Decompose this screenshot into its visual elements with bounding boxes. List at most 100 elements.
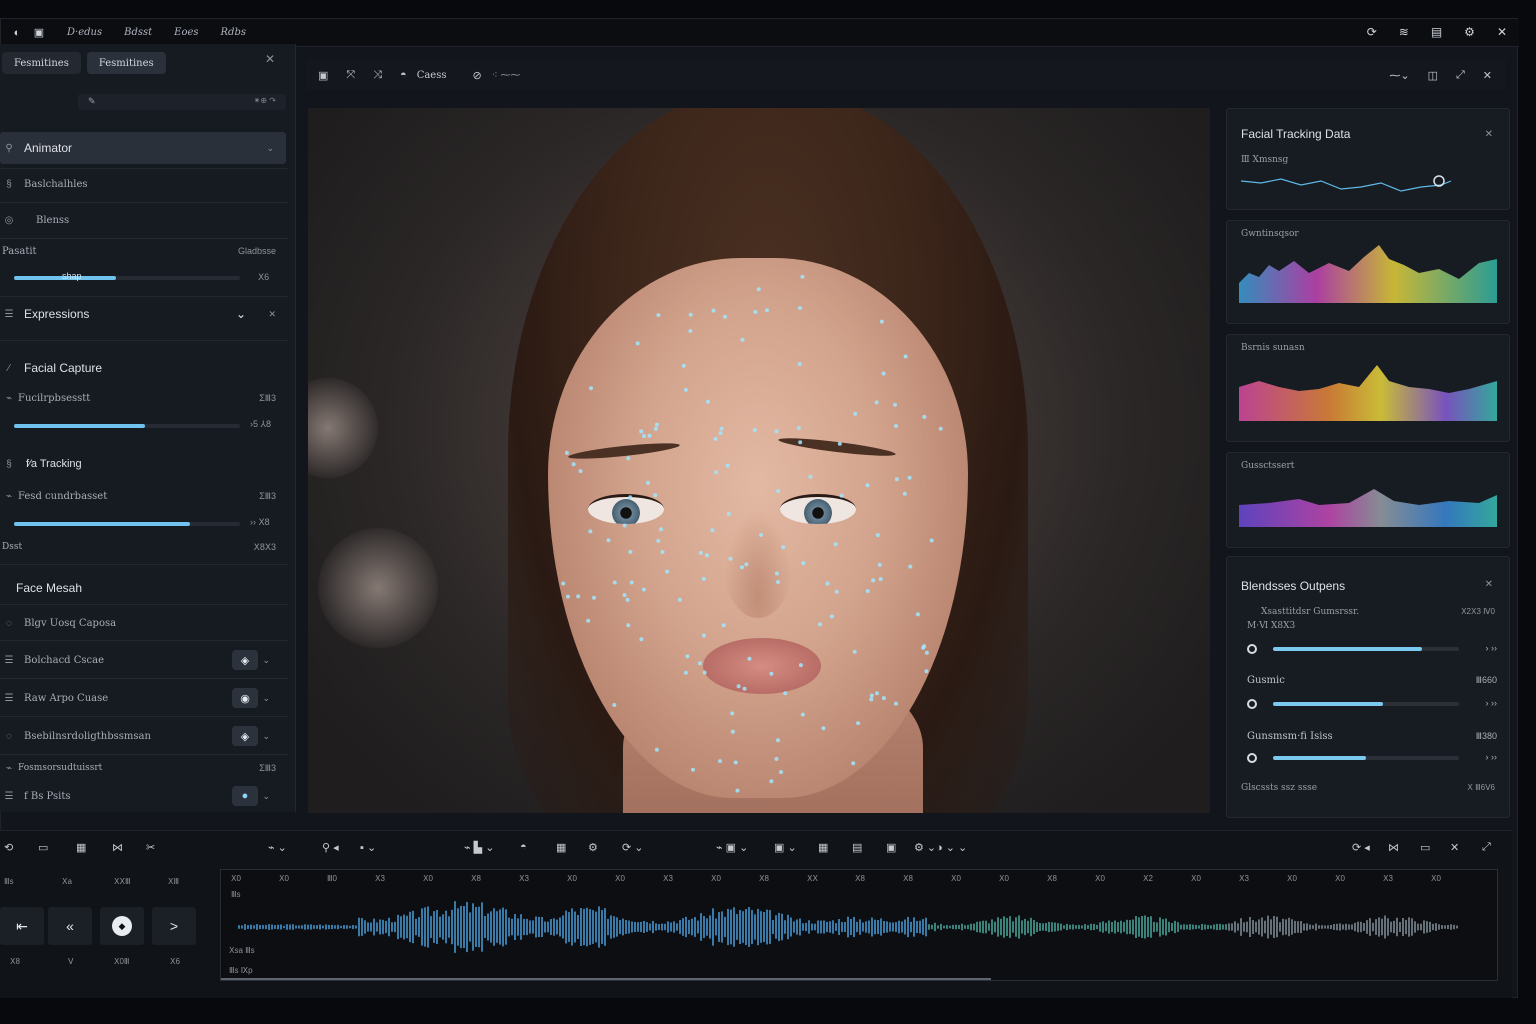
rewind-button[interactable]: « — [48, 907, 92, 945]
menu-1[interactable]: D·edus — [67, 27, 102, 38]
toggle-button[interactable]: ◉ — [232, 688, 258, 708]
expand-icon[interactable]: ⤢ — [1482, 841, 1491, 854]
tool-icon[interactable]: ⚙ — [588, 841, 598, 854]
list-item[interactable]: § Baslchalhles — [0, 174, 288, 194]
cut-icon[interactable]: ✂ — [146, 841, 155, 854]
toggle-button[interactable]: ● — [232, 786, 258, 806]
chevron-down-icon[interactable]: ⌄ — [236, 307, 246, 321]
pin-icon[interactable]: ✕ — [268, 309, 276, 320]
mesh-item: ⌁ Fosmsorsudtuissrt ΣⅢ3 — [0, 760, 288, 776]
ruler-tick: Ⅹ8 — [471, 874, 481, 883]
tool-icon[interactable]: ⚙ ⌄ — [914, 841, 936, 854]
filter-field[interactable]: ✎ ⁕⊕ ↷ — [78, 94, 286, 110]
forward-button[interactable]: > — [152, 907, 196, 945]
layer-icon[interactable]: ▣ — [33, 27, 45, 39]
close-icon[interactable]: ✕ — [1497, 25, 1507, 39]
monitor-icon[interactable]: ▭ — [1420, 841, 1430, 854]
chevron-down-icon[interactable]: ⌄ — [262, 655, 270, 666]
settings-icon[interactable]: ⚙ — [1464, 25, 1475, 39]
frame-icon[interactable]: ▣ ⌄ — [774, 841, 797, 854]
viewport-canvas[interactable] — [308, 108, 1210, 813]
tracking-header[interactable]: § f⁄a Tracking — [0, 454, 288, 474]
mesh-item[interactable]: ◌ Blgv Uosq Caposa — [0, 614, 288, 632]
lock-icon[interactable]: ◫ — [1428, 69, 1438, 82]
filter-options[interactable]: ⁕⊕ ↷ — [254, 96, 276, 105]
camera-icon[interactable]: ◓ — [400, 69, 407, 81]
transform-icon[interactable]: ⤧ — [346, 69, 355, 82]
shap-slider[interactable]: shap — [14, 271, 240, 281]
chevron-down-icon[interactable]: ⌄ — [262, 791, 270, 802]
play-button[interactable]: ◆ — [100, 907, 144, 945]
app-logo-icon[interactable]: ◐ — [11, 27, 23, 39]
expressions-header[interactable]: ☰ Expressions ⌄ ✕ — [0, 304, 288, 324]
grid-icon[interactable]: ▣ — [886, 841, 896, 854]
target-icon[interactable] — [1247, 753, 1257, 763]
close-icon[interactable]: ✕ — [1485, 129, 1493, 140]
select-icon[interactable]: ▣ — [318, 69, 328, 82]
toggle-button[interactable]: ◈ — [232, 650, 258, 670]
curve-icon[interactable]: ⌁ ⌄ — [268, 841, 287, 854]
refresh-icon[interactable]: ⟳ — [1367, 25, 1377, 39]
table-icon[interactable]: ▦ — [556, 841, 566, 854]
grid-icon[interactable]: ▦ — [76, 841, 86, 854]
mesh-item[interactable]: ☰ f Bs Psits ● ⌄ — [0, 784, 288, 808]
frame-icon[interactable]: ▪ ⌄ — [360, 841, 376, 854]
rotate-icon[interactable]: ⤨ — [373, 69, 382, 82]
refresh-icon[interactable]: ⟳ ◂ — [1352, 841, 1370, 854]
chevron-down-icon[interactable]: ⌄ — [262, 693, 270, 704]
list-item[interactable]: ◎ Blenss — [0, 210, 288, 230]
camera-icon[interactable]: ◓ — [520, 841, 527, 853]
blend-slider[interactable] — [1273, 702, 1459, 706]
target-icon[interactable] — [1247, 699, 1257, 709]
face-mesh-header[interactable]: Face Mesah — [0, 578, 288, 598]
mesh-item[interactable]: ☰ Raw Arpo Cuase ◉ ⌄ — [0, 686, 288, 710]
zoom-icon[interactable]: ⊘ — [472, 69, 481, 82]
facial-capture-header[interactable]: ∕ Facial Capture — [0, 358, 288, 378]
toggle-button[interactable]: ◈ — [232, 726, 258, 746]
step-arrows[interactable]: › ›› — [1486, 643, 1498, 653]
menu-3[interactable]: Eoes — [174, 27, 198, 38]
tracking-slider[interactable] — [14, 522, 240, 526]
search-icon[interactable]: ⚲ ◂ — [322, 841, 339, 854]
timeline-scrollbar[interactable] — [221, 978, 991, 980]
menu-2[interactable]: Bdsst — [124, 27, 152, 38]
viewport-label[interactable]: Caess — [417, 70, 447, 81]
chevron-down-icon[interactable]: ⌄ — [262, 731, 270, 742]
curve-icon[interactable]: ⌁ ▣ ⌄ — [716, 841, 748, 854]
tab-favorites-2[interactable]: Fesmitines — [86, 52, 166, 74]
expand-icon[interactable]: ⤢ — [1456, 69, 1465, 82]
mesh-item[interactable]: ☰ Bolchacd Cscae ◈ ⌄ — [0, 648, 288, 672]
view-dropdown-icon[interactable]: ⁓⌄ — [1389, 69, 1409, 82]
close-icon[interactable]: ✕ — [1483, 69, 1492, 82]
animator-item[interactable]: ⚲ Animator ⌄ — [0, 132, 286, 164]
briefcase-icon[interactable]: ▤ — [1431, 25, 1442, 39]
tab-favorites-1[interactable]: Fesmitines — [2, 52, 81, 74]
step-arrows[interactable]: › ›› — [1486, 752, 1498, 762]
tools-icon[interactable]: ✕ — [1450, 841, 1459, 854]
mirror-icon[interactable]: ⋈ — [1388, 841, 1399, 854]
mesh-icon: ◌ — [6, 617, 12, 629]
stack-icon[interactable]: ≋ — [1399, 25, 1409, 39]
ruler-tick: Ⅹ3 — [663, 874, 673, 883]
mesh-item[interactable]: ◌ Bsebilnsrdoligthbssmsan ◈ ⌄ — [0, 724, 288, 748]
go-start-button[interactable]: ⇤ — [0, 907, 44, 945]
marker-icon[interactable]: ⌁ ▙ ⌄ — [464, 841, 494, 854]
menu-4[interactable]: Rdbs — [221, 27, 246, 38]
blend-slider[interactable] — [1273, 756, 1459, 760]
loop-icon[interactable]: ⟳ ⌄ — [622, 841, 644, 854]
facial-capture-slider[interactable] — [14, 424, 240, 428]
save-icon[interactable]: ▭ — [38, 841, 48, 854]
view-icon[interactable]: ◑ ⌄ ⌄ — [936, 841, 967, 854]
zoom-value[interactable]: ⁖ ⁓⁓ — [492, 70, 521, 81]
grid-icon[interactable]: ▤ — [852, 841, 862, 854]
target-icon[interactable] — [1247, 644, 1257, 654]
step-arrows[interactable]: › ›› — [1486, 698, 1498, 708]
grid-icon[interactable]: ▦ — [818, 841, 828, 854]
key-icon[interactable]: ⟲ — [4, 841, 13, 854]
close-icon[interactable]: ✕ — [1485, 579, 1493, 590]
close-icon[interactable]: ✕ — [265, 52, 275, 66]
blend-slider[interactable] — [1273, 647, 1459, 651]
link-icon[interactable]: ⋈ — [112, 841, 123, 854]
audio-track[interactable]: Ⅹ0 Ⅹ0 Ⅲ0 Ⅹ3 Ⅹ0 Ⅹ8 Ⅹ3 Ⅹ0 Ⅹ0 Ⅹ3 Ⅹ0 Ⅹ8 ⅩⅩ Ⅹ8 Ⅹ8 Ⅹ0 Ⅹ0 Ⅹ8 Ⅹ0 Ⅹ2… — [220, 869, 1498, 981]
tracking-point — [726, 511, 731, 516]
